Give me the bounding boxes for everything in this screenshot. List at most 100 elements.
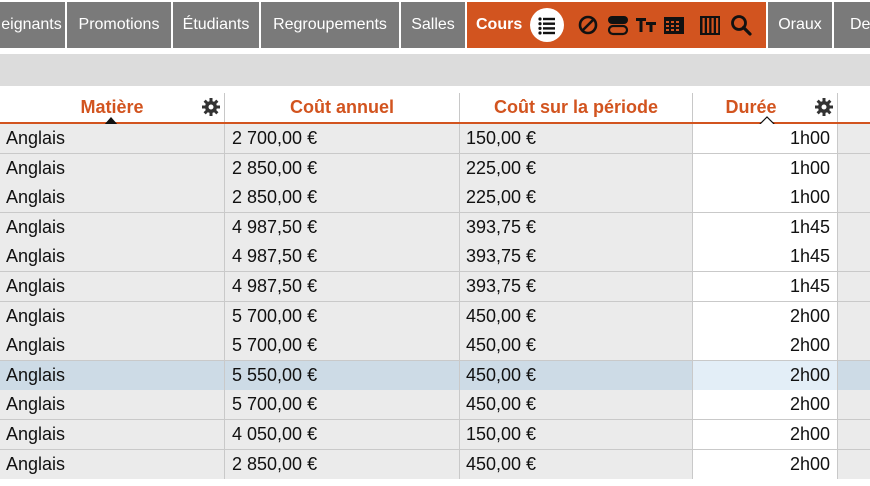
cell-duree[interactable]: 1h45 xyxy=(693,272,838,301)
cell-duree[interactable]: 2h00 xyxy=(693,390,838,420)
column-header-cout-periode[interactable]: Coût sur la période xyxy=(460,93,693,122)
cell-cout-annuel[interactable]: 2 850,00 € xyxy=(225,153,460,183)
table-row[interactable]: Anglais 4 987,50 €393,75 €1h45 xyxy=(0,242,870,272)
cell-cout-periode[interactable]: 450,00 € xyxy=(460,360,693,390)
cell-cout-periode[interactable]: 450,00 € xyxy=(460,449,693,479)
cell-duree[interactable]: 1h00 xyxy=(693,183,838,213)
cell-cout-periode[interactable]: 450,00 € xyxy=(460,331,693,361)
cell-cout-annuel[interactable]: 5 550,00 € xyxy=(225,360,460,390)
cell-matiere[interactable]: Anglais xyxy=(0,153,225,183)
column-label-duree: Durée xyxy=(725,97,777,117)
cell-duree[interactable]: 1h00 xyxy=(693,124,838,153)
cell-cout-annuel[interactable]: 2 850,00 € xyxy=(225,183,460,213)
column-label-cout-annuel: Coût annuel xyxy=(290,97,394,117)
tab-cours[interactable]: Cours xyxy=(467,2,766,48)
cell-extra[interactable] xyxy=(838,420,870,449)
cell-duree[interactable]: 1h45 xyxy=(693,242,838,272)
cell-matiere[interactable]: Anglais xyxy=(0,124,225,153)
cell-cout-periode[interactable]: 225,00 € xyxy=(460,153,693,183)
table-row[interactable]: Anglais 5 700,00 €450,00 €2h00 xyxy=(0,390,870,420)
tab-cours-label: Cours xyxy=(476,16,523,33)
table-row[interactable]: Anglais 4 050,00 €150,00 €2h00 xyxy=(0,420,870,450)
cell-cout-periode[interactable]: 393,75 € xyxy=(460,272,693,301)
cell-matiere[interactable]: Anglais xyxy=(0,301,225,331)
cell-duree[interactable]: 1h00 xyxy=(693,153,838,183)
columns-grid-icon[interactable] xyxy=(699,14,721,36)
cell-cout-annuel[interactable]: 2 700,00 € xyxy=(225,124,460,153)
column-label-cout-periode: Coût sur la période xyxy=(493,97,659,117)
cell-matiere[interactable]: Anglais xyxy=(0,390,225,420)
cell-extra[interactable] xyxy=(838,449,870,479)
table-header: Matière Coût annuel Coût sur la période … xyxy=(0,93,870,126)
cell-duree[interactable]: 2h00 xyxy=(693,301,838,331)
cell-cout-periode[interactable]: 225,00 € xyxy=(460,183,693,213)
tab-etudiants[interactable]: Étudiants xyxy=(173,2,259,48)
cell-extra[interactable] xyxy=(838,242,870,272)
list-icon[interactable] xyxy=(530,8,564,42)
cell-matiere[interactable]: Anglais xyxy=(0,212,225,242)
table-row[interactable]: Anglais 2 850,00 €450,00 €2h00 xyxy=(0,449,870,480)
cell-extra[interactable] xyxy=(838,212,870,242)
cancel-icon[interactable] xyxy=(577,14,599,36)
cell-extra[interactable] xyxy=(838,301,870,331)
cell-cout-periode[interactable]: 393,75 € xyxy=(460,242,693,272)
cell-extra[interactable] xyxy=(838,183,870,213)
cell-cout-annuel[interactable]: 4 987,50 € xyxy=(225,272,460,301)
cell-cout-periode[interactable]: 393,75 € xyxy=(460,212,693,242)
cell-cout-annuel[interactable]: 5 700,00 € xyxy=(225,301,460,331)
cell-extra[interactable] xyxy=(838,153,870,183)
cell-extra[interactable] xyxy=(838,124,870,153)
cell-duree[interactable]: 2h00 xyxy=(693,360,838,390)
cell-extra[interactable] xyxy=(838,390,870,420)
search-icon[interactable] xyxy=(730,14,752,36)
cell-matiere[interactable]: Anglais xyxy=(0,331,225,361)
cell-matiere[interactable]: Anglais xyxy=(0,420,225,449)
cell-extra[interactable] xyxy=(838,360,870,390)
cell-cout-annuel[interactable]: 4 987,50 € xyxy=(225,242,460,272)
cell-matiere[interactable]: Anglais xyxy=(0,183,225,213)
cell-matiere[interactable]: Anglais xyxy=(0,360,225,390)
cell-cout-periode[interactable]: 450,00 € xyxy=(460,390,693,420)
column-label-matiere: Matière xyxy=(80,97,144,117)
tab-regroupements[interactable]: Regroupements xyxy=(261,2,399,48)
cell-cout-annuel[interactable]: 5 700,00 € xyxy=(225,331,460,361)
tab-promotions[interactable]: Promotions xyxy=(67,2,171,48)
table-row[interactable]: Anglais 5 700,00 €450,00 €2h00 xyxy=(0,331,870,361)
column-header-extra[interactable] xyxy=(838,93,870,122)
cell-extra[interactable] xyxy=(838,331,870,361)
cell-matiere[interactable]: Anglais xyxy=(0,272,225,301)
stack-icon[interactable] xyxy=(607,14,629,36)
table-row[interactable]: Anglais 2 850,00 €225,00 €1h00 xyxy=(0,153,870,184)
cell-cout-periode[interactable]: 150,00 € xyxy=(460,124,693,153)
cell-duree[interactable]: 2h00 xyxy=(693,449,838,479)
table-row[interactable]: Anglais 4 987,50 €393,75 €1h45 xyxy=(0,272,870,302)
cell-matiere[interactable]: Anglais xyxy=(0,242,225,272)
table-row[interactable]: Anglais 2 850,00 €225,00 €1h00 xyxy=(0,183,870,213)
cell-cout-annuel[interactable]: 4 987,50 € xyxy=(225,212,460,242)
table-row[interactable]: Anglais 5 550,00 €450,00 €2h00 xyxy=(0,360,870,391)
cell-matiere[interactable]: Anglais xyxy=(0,449,225,479)
table-row[interactable]: Anglais 2 700,00 €150,00 €1h00 xyxy=(0,124,870,154)
text-format-icon[interactable] xyxy=(635,14,657,36)
cell-cout-annuel[interactable]: 5 700,00 € xyxy=(225,390,460,420)
duree-settings-icon[interactable] xyxy=(815,98,833,116)
table-row[interactable]: Anglais 4 987,50 €393,75 €1h45 xyxy=(0,212,870,243)
cell-duree[interactable]: 1h45 xyxy=(693,212,838,242)
cell-cout-annuel[interactable]: 2 850,00 € xyxy=(225,449,460,479)
cell-duree[interactable]: 2h00 xyxy=(693,420,838,449)
cell-cout-periode[interactable]: 150,00 € xyxy=(460,420,693,449)
tab-salles[interactable]: Salles xyxy=(401,2,465,48)
table-row[interactable]: Anglais 5 700,00 €450,00 €2h00 xyxy=(0,301,870,332)
cell-duree[interactable]: 2h00 xyxy=(693,331,838,361)
toolbar-strip xyxy=(0,54,870,86)
top-navigation: eignants Promotions Étudiants Regroupeme… xyxy=(0,0,870,50)
cell-extra[interactable] xyxy=(838,272,870,301)
matiere-settings-icon[interactable] xyxy=(202,98,220,116)
cell-cout-annuel[interactable]: 4 050,00 € xyxy=(225,420,460,449)
tab-de[interactable]: De xyxy=(834,2,870,48)
column-header-cout-annuel[interactable]: Coût annuel xyxy=(225,93,460,122)
cell-cout-periode[interactable]: 450,00 € xyxy=(460,301,693,331)
calendar-grid-icon[interactable] xyxy=(663,14,685,36)
tab-oraux[interactable]: Oraux xyxy=(768,2,832,48)
tab-enseignants[interactable]: eignants xyxy=(0,2,65,48)
